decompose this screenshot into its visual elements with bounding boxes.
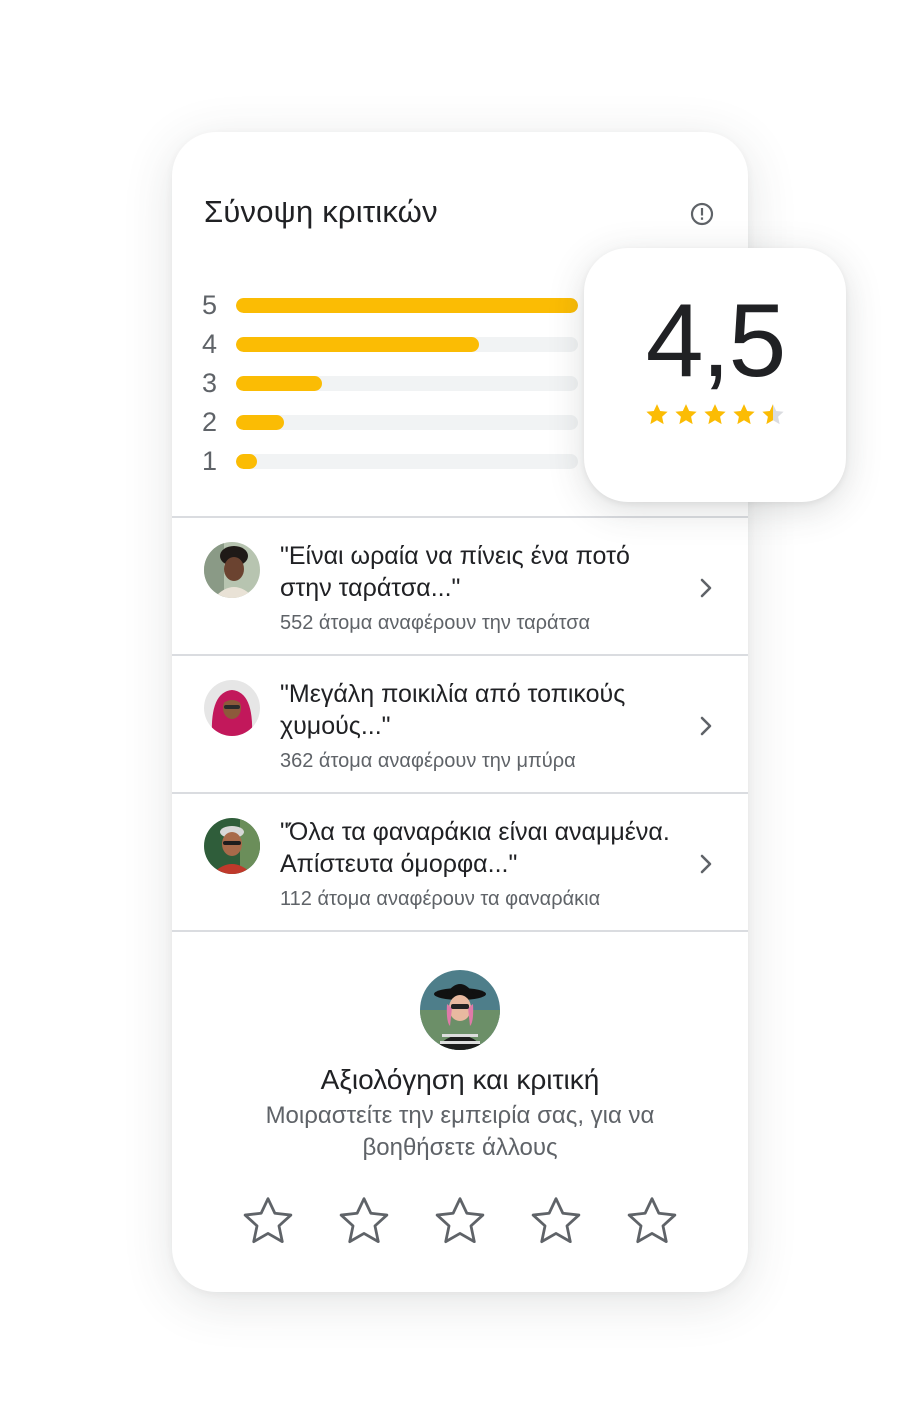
review-quote: "Είναι ωραία να πίνεις ένα ποτό στην ταρ…: [280, 542, 630, 602]
bar-fill: [236, 376, 322, 391]
bar-row-5: 5: [202, 290, 582, 320]
bar-row-4: 4: [202, 329, 582, 359]
write-review-subtitle: Μοιραστείτε την εμπειρία σας, για να βοη…: [265, 1102, 655, 1161]
write-review-section: Αξιολόγηση και κριτική Μοιραστείτε την ε…: [172, 930, 748, 1292]
bar-track: [236, 376, 578, 391]
star-icon: [762, 404, 784, 425]
reviewer-avatar: [204, 680, 260, 736]
bar-fill: [236, 454, 257, 469]
empty-star-icon[interactable]: [624, 1194, 680, 1250]
write-review-title: Αξιολόγηση και κριτική: [320, 1064, 600, 1095]
empty-star-icon[interactable]: [336, 1194, 392, 1250]
bar-label: 4: [202, 329, 218, 359]
star-icon: [733, 404, 755, 425]
reviewer-avatar: [204, 542, 260, 598]
review-highlight-item[interactable]: "Όλα τα φαναράκια είναι αναμμένα. Απίστε…: [172, 792, 748, 931]
bar-label: 5: [202, 290, 218, 320]
star-icon: [704, 404, 726, 425]
rating-stars: [644, 402, 786, 428]
empty-star-icon[interactable]: [240, 1194, 296, 1250]
user-avatar: [420, 970, 500, 1050]
review-quote: "Όλα τα φαναράκια είναι αναμμένα. Απίστε…: [280, 818, 670, 878]
bar-row-3: 3: [202, 368, 582, 398]
overall-score: 4,5: [645, 283, 787, 399]
star-rating-input[interactable]: [240, 1194, 680, 1250]
bar-track: [236, 337, 578, 352]
bar-row-2: 2: [202, 407, 582, 437]
empty-star-icon[interactable]: [528, 1194, 584, 1250]
bar-track: [236, 454, 578, 469]
review-mentions: 112 άτομα αναφέρουν τα φαναράκια: [280, 888, 601, 910]
overall-rating-card: 4,5: [584, 248, 846, 502]
reviewer-avatar: [204, 818, 260, 874]
bar-row-1: 1: [202, 446, 582, 476]
review-quote: "Μεγάλη ποικιλία από τοπικούς χυμούς...": [280, 680, 626, 740]
bar-label: 3: [202, 368, 218, 398]
bar-track: [236, 298, 578, 313]
empty-star-icon[interactable]: [432, 1194, 488, 1250]
bar-fill: [236, 337, 479, 352]
review-highlight-item[interactable]: "Μεγάλη ποικιλία από τοπικούς χυμούς..."…: [172, 654, 748, 793]
bar-track: [236, 415, 578, 430]
chevron-right-icon[interactable]: [696, 576, 716, 600]
chevron-right-icon[interactable]: [696, 714, 716, 738]
bar-label: 2: [202, 407, 218, 437]
bar-label: 1: [202, 446, 218, 476]
info-icon[interactable]: [690, 202, 714, 226]
review-mentions: 362 άτομα αναφέρουν την μπύρα: [280, 750, 576, 772]
bar-fill: [236, 415, 284, 430]
star-icon: [646, 404, 668, 425]
summary-title: Σύνοψη κριτικών: [204, 194, 438, 229]
bar-fill: [236, 298, 578, 313]
chevron-right-icon[interactable]: [696, 852, 716, 876]
star-icon: [675, 404, 697, 425]
review-mentions: 552 άτομα αναφέρουν την ταράτσα: [280, 612, 591, 634]
review-highlight-item[interactable]: "Είναι ωραία να πίνεις ένα ποτό στην ταρ…: [172, 516, 748, 655]
